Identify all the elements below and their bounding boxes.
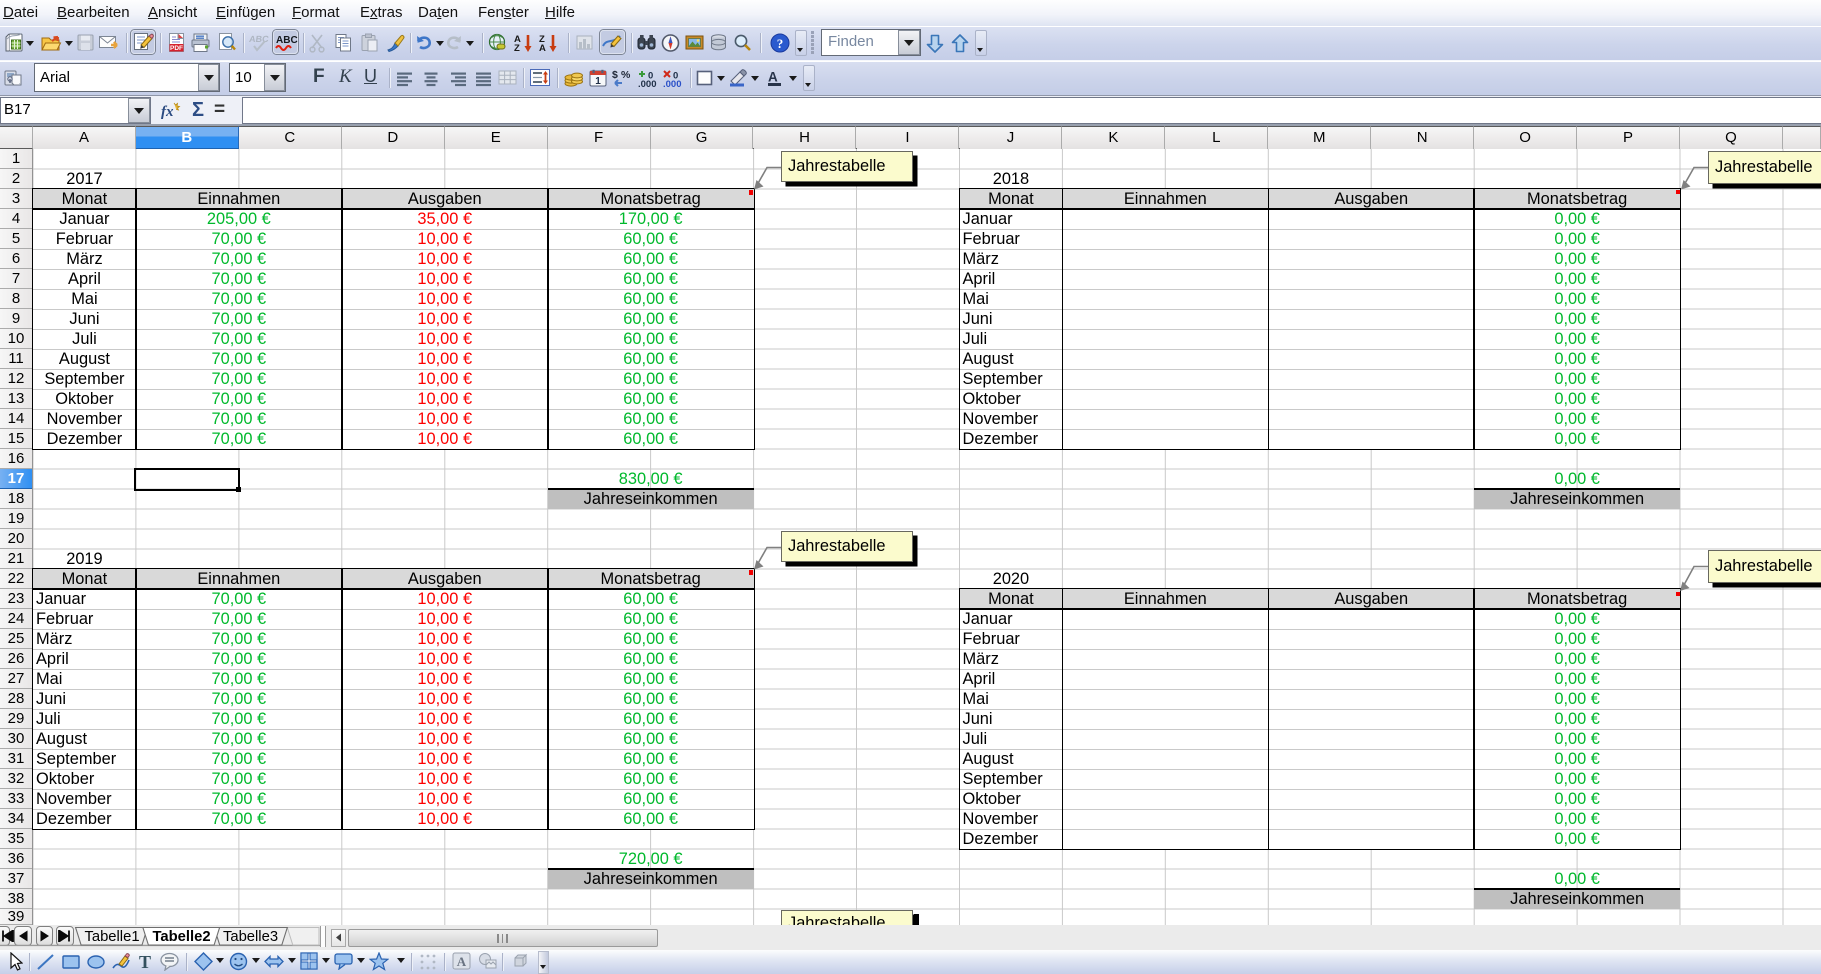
svg-text:T: T xyxy=(139,952,151,971)
svg-text:A: A xyxy=(457,954,467,969)
